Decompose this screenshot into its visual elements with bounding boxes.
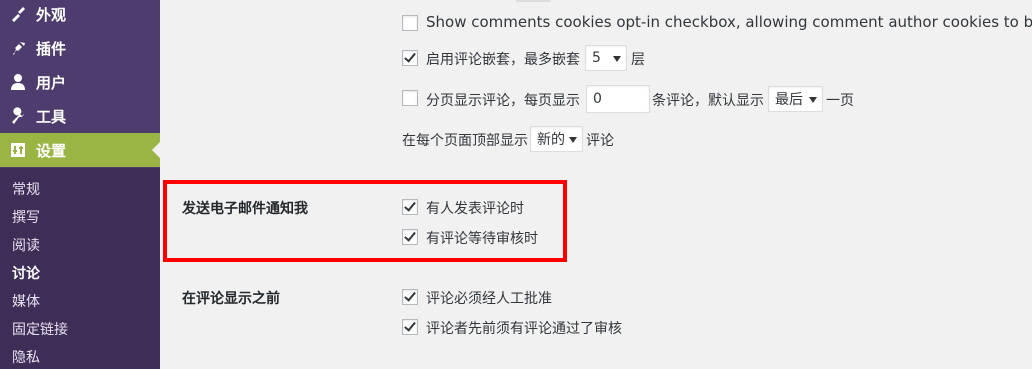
previous-approved-checkbox[interactable] [402, 319, 418, 335]
email-on-comment-label: 有人发表评论时 [426, 201, 524, 217]
menu-tools-label: 工具 [36, 107, 67, 126]
submenu-discussion[interactable]: 讨论 [12, 263, 40, 283]
settings-icon [0, 141, 36, 159]
paged-comments-checkbox[interactable] [402, 90, 418, 106]
paged-comments-label: 分页显示评论，每页显示 [426, 93, 580, 109]
nested-comments-label: 启用评论嵌套，最多嵌套 [426, 52, 580, 68]
cookies-optin-label: Show comments cookies opt-in checkbox, a… [426, 13, 1032, 31]
menu-users[interactable]: 用户 [0, 65, 160, 99]
manual-approval-checkbox[interactable] [402, 289, 418, 305]
cookies-optin-checkbox[interactable] [402, 15, 418, 31]
comment-order-value: 新的 [537, 132, 565, 148]
settings-submenu: 常规 撰写 阅读 讨论 媒体 固定链接 隐私 [0, 168, 160, 369]
menu-tools[interactable]: 工具 [0, 99, 160, 133]
comment-order-select[interactable]: 新的 [530, 126, 583, 152]
nested-comments-checkbox[interactable] [402, 50, 418, 66]
previous-approved-label: 评论者先前须有评论通过了审核 [426, 321, 622, 337]
nested-depth-value: 5 [592, 50, 601, 66]
chevron-down-icon [613, 56, 621, 62]
paged-comments-middle-label: 条评论，默认显示 [652, 93, 764, 109]
menu-plugins-label: 插件 [36, 39, 67, 58]
comment-order-after-label: 评论 [586, 133, 614, 149]
comments-per-page-value: 0 [593, 91, 602, 107]
submenu-permalinks[interactable]: 固定链接 [12, 319, 68, 339]
plugin-icon [0, 39, 36, 57]
highlight-annotation-box [163, 180, 567, 262]
nested-depth-select[interactable]: 5 [585, 45, 627, 71]
menu-users-label: 用户 [36, 73, 67, 92]
menu-settings-label: 设置 [36, 141, 67, 160]
email-on-moderation-label: 有评论等待审核时 [426, 231, 538, 247]
paintbrush-icon [0, 5, 36, 23]
submenu-writing[interactable]: 撰写 [12, 207, 40, 227]
user-icon [0, 73, 36, 91]
chevron-down-icon [569, 137, 577, 143]
submenu-media[interactable]: 媒体 [12, 291, 40, 311]
menu-appearance[interactable]: 外观 [0, 0, 160, 31]
email-on-comment-checkbox[interactable] [402, 199, 418, 215]
nested-depth-unit: 层 [631, 52, 645, 68]
chevron-down-icon [809, 97, 817, 103]
admin-sidebar: 外观 插件 用户 工具 设置 常规 撰写 阅读 讨论 媒体 固定链接 隐私 [0, 0, 160, 369]
manual-approval-label: 评论必须经人工批准 [426, 291, 552, 307]
default-page-value: 最后 [775, 92, 803, 108]
scrolled-input-edge [516, 0, 550, 2]
comments-per-page-input[interactable]: 0 [586, 85, 650, 113]
paged-comments-after-label: 一页 [826, 93, 854, 109]
submenu-general[interactable]: 常规 [12, 179, 40, 199]
submenu-privacy[interactable]: 隐私 [12, 347, 40, 367]
email-me-heading: 发送电子邮件通知我 [182, 201, 308, 217]
menu-appearance-label: 外观 [36, 5, 67, 24]
wrench-icon [0, 107, 36, 125]
default-page-select[interactable]: 最后 [768, 86, 823, 112]
menu-settings[interactable]: 设置 [0, 133, 160, 167]
menu-plugins[interactable]: 插件 [0, 31, 160, 65]
comment-order-label: 在每个页面顶部显示 [402, 133, 528, 149]
before-comment-heading: 在评论显示之前 [182, 291, 280, 307]
submenu-reading[interactable]: 阅读 [12, 235, 40, 255]
email-on-moderation-checkbox[interactable] [402, 229, 418, 245]
